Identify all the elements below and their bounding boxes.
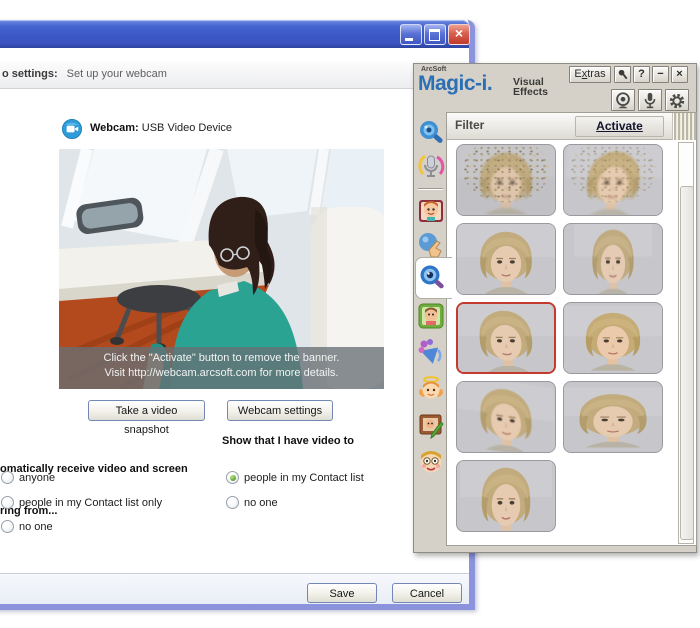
minimize-icon	[405, 38, 413, 41]
webcam-icon	[62, 119, 82, 139]
face-swirl-effect[interactable]	[456, 381, 556, 453]
window-controls: ×	[400, 24, 470, 45]
webcam-label: Webcam:	[90, 122, 139, 134]
minimize-button[interactable]	[400, 24, 422, 45]
close-icon: ×	[449, 25, 469, 44]
close-button[interactable]: ×	[448, 24, 470, 45]
webcam-device-name: USB Video Device	[142, 122, 232, 134]
panel-grip	[674, 113, 696, 140]
radio-circle[interactable]	[1, 496, 14, 509]
sidebar-picture-in-picture-icon[interactable]	[417, 412, 445, 440]
settings-header: o settings: Set up your webcam	[0, 60, 469, 89]
show-group-heading: Show that I have video to	[222, 434, 354, 448]
radio-anyone[interactable]: anyone	[1, 471, 55, 485]
maximize-button[interactable]	[424, 24, 446, 45]
face-long-effect[interactable]	[456, 460, 556, 532]
video-settings-window: × o settings: Set up your webcam Webcam: …	[0, 20, 475, 610]
window-titlebar[interactable]: ×	[0, 20, 469, 48]
microphone-toggle-button[interactable]	[638, 89, 662, 111]
banner-line2: Visit http://webcam.arcsoft.com for more…	[59, 366, 384, 381]
radio-circle[interactable]	[1, 520, 14, 533]
save-button[interactable]: Save	[307, 583, 377, 603]
effects-category-sidebar	[414, 64, 448, 552]
pin-icon	[615, 67, 630, 82]
help-button[interactable]: ?	[633, 66, 650, 83]
effects-grid	[456, 144, 663, 532]
radio-contact-list-only[interactable]: people in my Contact list only	[1, 496, 162, 510]
help-icon: ?	[638, 68, 645, 80]
banner-line1: Click the "Activate" button to remove th…	[59, 351, 384, 366]
activate-link[interactable]: Activate	[575, 116, 664, 137]
scrollbar-thumb[interactable]	[680, 186, 694, 540]
radio-no-one-receive[interactable]: no one	[1, 520, 53, 534]
sidebar-divider	[418, 188, 443, 189]
sidebar-microphone-effects-icon[interactable]	[417, 152, 445, 180]
sidebar-avatar-frame-icon[interactable]	[417, 197, 445, 225]
radio-circle[interactable]	[226, 496, 239, 509]
face-normal-effect[interactable]	[456, 223, 556, 295]
cancel-button[interactable]: Cancel	[392, 583, 462, 603]
radio-show-no-one[interactable]: no one	[226, 496, 278, 510]
filter-panel: Filter Activate	[446, 112, 697, 546]
webcam-toggle-button[interactable]	[611, 89, 635, 111]
maximize-icon	[429, 29, 440, 41]
radio-circle[interactable]	[226, 471, 239, 484]
sidebar-angel-avatar-icon[interactable]	[417, 375, 445, 403]
magic-i-effects-panel: ArcSoft Magic-i. Visual Effects Extras ?…	[413, 63, 697, 553]
face-twist-effect[interactable]	[456, 302, 556, 374]
face-big-eyes-effect[interactable]	[563, 302, 663, 374]
face-pinch-effect[interactable]	[563, 223, 663, 295]
settings-subtitle: Set up your webcam	[67, 68, 167, 80]
minimize-icon: −	[657, 68, 663, 80]
sidebar-emotion-announce-icon[interactable]	[417, 338, 445, 366]
webcam-video-preview: Click the "Activate" button to remove th…	[59, 149, 384, 389]
settings-title: o settings:	[2, 68, 58, 80]
webcam-device-row: Webcam: USB Video Device	[90, 122, 232, 134]
face-dissolve-effect[interactable]	[456, 144, 556, 216]
visual-effects-logo: Visual Effects	[513, 77, 548, 97]
radio-circle[interactable]	[1, 471, 14, 484]
activation-banner: Click the "Activate" button to remove th…	[59, 347, 384, 389]
sidebar-magnifier-effect-icon[interactable]	[417, 263, 445, 291]
pin-on-top-button[interactable]	[614, 66, 631, 83]
sidebar-hand-gesture-icon[interactable]	[417, 230, 445, 258]
radio-show-contact-list[interactable]: people in my Contact list	[226, 471, 364, 485]
sidebar-comic-face-icon[interactable]	[417, 448, 445, 476]
effects-scrollbar[interactable]	[678, 142, 694, 544]
close-icon: ×	[676, 68, 682, 80]
face-smear-effect[interactable]	[563, 144, 663, 216]
extras-button[interactable]: Extras	[569, 66, 611, 83]
panel-close-button[interactable]: ×	[671, 66, 688, 83]
panel-minimize-button[interactable]: −	[652, 66, 669, 83]
webcam-settings-button[interactable]: Webcam settings	[227, 400, 333, 421]
face-wide-effect[interactable]	[563, 381, 663, 453]
filter-title: Filter	[455, 113, 484, 138]
settings-button[interactable]	[665, 89, 689, 111]
sidebar-zoom-webcam-icon[interactable]	[417, 118, 445, 146]
sidebar-photo-frame-icon[interactable]	[417, 302, 445, 330]
filter-header-bar: Filter Activate	[447, 113, 673, 140]
take-snapshot-button[interactable]: Take a video snapshot	[88, 400, 205, 421]
